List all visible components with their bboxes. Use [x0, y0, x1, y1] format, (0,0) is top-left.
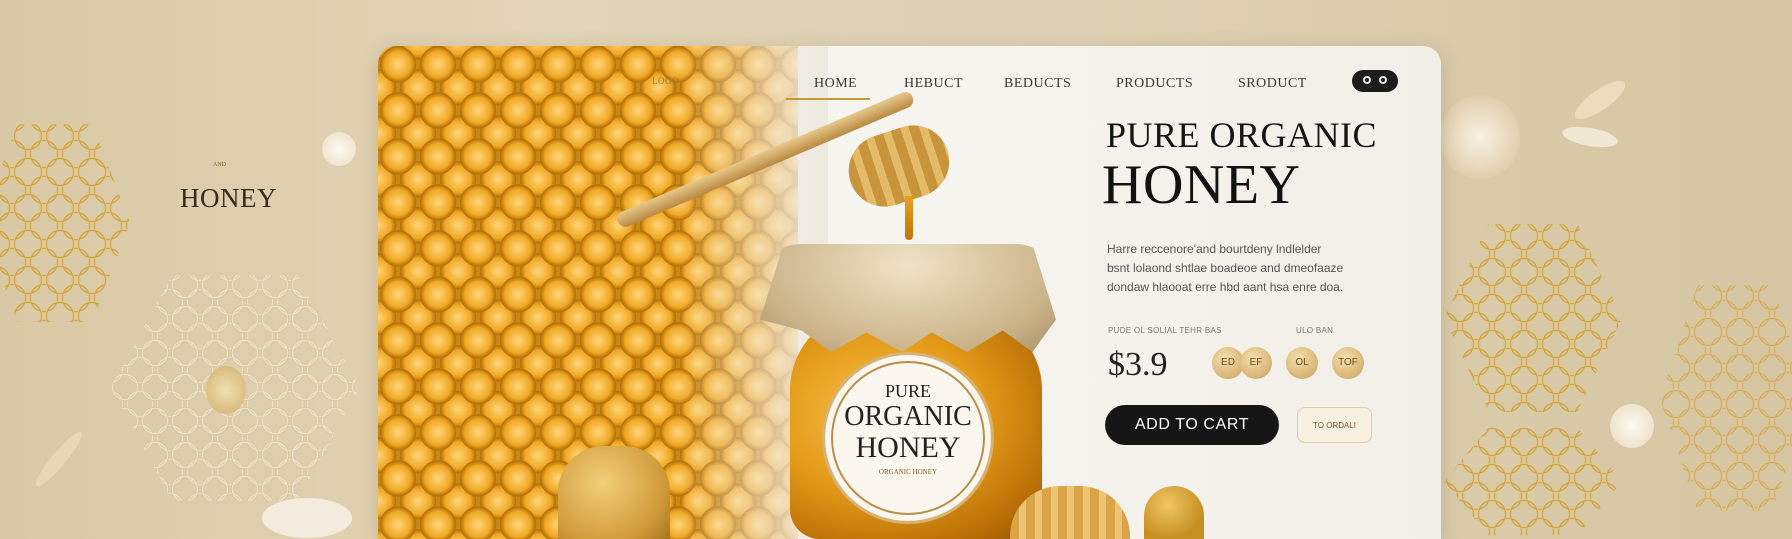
- nav-item-products[interactable]: PRODUCTS: [1116, 76, 1193, 92]
- pricing-header: PUDE OL SOLIAL TEHR BAS: [1108, 326, 1222, 335]
- brand-small-label: AND: [213, 162, 226, 168]
- description-line: bsnt lolaond shtlae boadeoe and dmeofaaz…: [1107, 261, 1344, 275]
- hero-description: Harre reccenore'and bourtdeny lndlelder …: [1107, 240, 1407, 297]
- description-line: Harre reccenore'and bourtdeny lndlelder: [1107, 242, 1322, 256]
- pricing-header: ULO BAN: [1296, 326, 1334, 335]
- jar-label: PURE ORGANIC HONEY ORGANIC HONEY: [822, 352, 994, 524]
- honey-drip: [905, 196, 913, 240]
- description-line: dondaw hlaooat erre hbd aant hsa enre do…: [1107, 280, 1344, 294]
- leaf-icon: [262, 498, 352, 538]
- leaf-icon: [1560, 123, 1620, 151]
- honey-dipper-icon: [839, 116, 959, 216]
- option-badge[interactable]: OL: [1286, 347, 1318, 379]
- leaf-icon: [1569, 74, 1631, 126]
- toggle-dot-icon: [1363, 76, 1371, 84]
- nav-item-hebuct[interactable]: HEBUCT: [904, 76, 963, 92]
- honeycomb-decoration-far-right: [1660, 285, 1792, 511]
- nav-home[interactable]: HOME: [814, 76, 857, 92]
- leaf-icon: [31, 427, 87, 491]
- jar-label-line4: ORGANIC HONEY: [878, 468, 938, 476]
- brand-name: HONEY: [180, 183, 277, 213]
- nav-item-sroduct[interactable]: SRODUCT: [1238, 76, 1307, 92]
- flower-icon: [322, 132, 356, 166]
- option-badge[interactable]: EF: [1240, 347, 1272, 379]
- jar-label-line2: ORGANIC: [844, 401, 972, 432]
- flower-icon: [1440, 94, 1520, 180]
- honey-ball-icon: [1144, 486, 1204, 539]
- add-to-cart-button[interactable]: ADD TO CART: [1105, 405, 1279, 445]
- nav-logo[interactable]: LOGO: [652, 76, 679, 86]
- honeycomb-decoration-left: [0, 124, 130, 322]
- toggle-dot-icon: [1379, 76, 1387, 84]
- flower-icon: [206, 366, 246, 414]
- nav-active-indicator: [786, 98, 870, 100]
- toggle-button[interactable]: [1352, 70, 1398, 92]
- honeycomb-piece-icon: [558, 446, 670, 539]
- product-price: $3.9: [1108, 346, 1168, 383]
- secondary-button[interactable]: TO ORDALI: [1297, 407, 1372, 443]
- hero-title-line1: PURE ORGANIC: [1106, 115, 1378, 155]
- honeycomb-decoration-right: [1444, 224, 1622, 412]
- jar-label-line3: HONEY: [855, 431, 961, 464]
- jar-label-line1: PURE: [884, 381, 931, 401]
- option-badge[interactable]: TOF: [1332, 347, 1364, 379]
- hero-title-line2: HONEY: [1102, 154, 1301, 216]
- nav-item-beducts[interactable]: BEDUCTS: [1004, 76, 1071, 92]
- honeycomb-decoration-right-lower: [1444, 427, 1622, 536]
- flower-icon: [1610, 404, 1654, 448]
